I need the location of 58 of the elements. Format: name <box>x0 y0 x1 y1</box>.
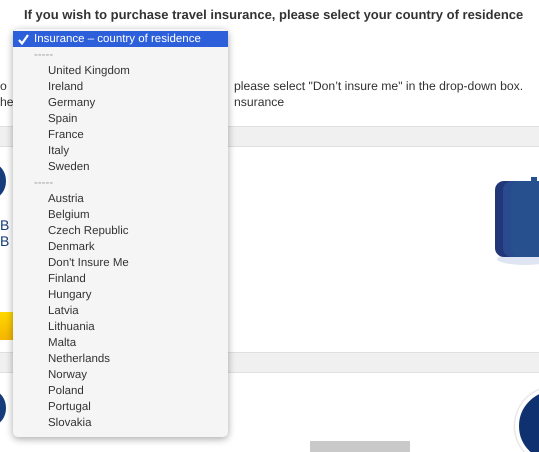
option-label: Poland <box>48 385 84 397</box>
dropdown-option[interactable]: Don't Insure Me <box>13 255 228 271</box>
dropdown-option[interactable]: Poland <box>13 383 228 399</box>
notice-text: please select "Don’t insure me" in the drop-down box. <box>234 78 524 94</box>
dropdown-option[interactable]: Latvia <box>13 303 228 319</box>
dropdown-option[interactable]: Slovakia <box>13 415 228 431</box>
option-label: Finland <box>48 273 86 285</box>
card-text: B <box>0 217 10 233</box>
option-label: Hungary <box>48 289 92 301</box>
option-label: Spain <box>48 113 78 125</box>
action-button[interactable] <box>0 312 14 340</box>
option-label: Ireland <box>48 81 84 93</box>
card-text: B <box>0 233 10 249</box>
option-label: Netherlands <box>48 353 110 365</box>
option-label: Malta <box>48 337 76 349</box>
option-label: Norway <box>48 369 87 381</box>
option-label: Insurance – country of residence <box>34 33 201 45</box>
dropdown-option[interactable]: France <box>13 127 228 143</box>
dropdown-option[interactable]: Malta <box>13 335 228 351</box>
dropdown-option[interactable]: United Kingdom <box>13 63 228 79</box>
dropdown-option[interactable]: Lithuania <box>13 319 228 335</box>
option-label: Lithuania <box>48 321 95 333</box>
notice-text: o <box>0 78 7 94</box>
option-label: Latvia <box>48 305 79 317</box>
notice-text: he <box>0 94 14 110</box>
option-label: Italy <box>48 145 70 157</box>
option-label: Slovakia <box>48 417 92 429</box>
option-label: United Kingdom <box>48 65 130 77</box>
option-label: Portugal <box>48 401 91 413</box>
option-label: France <box>48 129 84 141</box>
dropdown-option[interactable]: Netherlands <box>13 351 228 367</box>
dropdown-option[interactable]: Finland <box>13 271 228 287</box>
separator-text: ----- <box>33 48 54 63</box>
dropdown-option[interactable]: Norway <box>13 367 228 383</box>
dropdown-option[interactable]: Austria <box>13 191 228 207</box>
option-label: Austria <box>48 193 84 205</box>
dropdown-option[interactable]: Sweden <box>13 159 228 175</box>
dropdown-option[interactable]: Czech Republic <box>13 223 228 239</box>
option-label: Czech Republic <box>48 225 129 237</box>
dropdown-option[interactable]: Spain <box>13 111 228 127</box>
suitcase-icon <box>495 177 539 267</box>
option-label: Germany <box>48 97 96 109</box>
separator-text: ----- <box>33 176 54 191</box>
dropdown-option[interactable]: Denmark <box>13 239 228 255</box>
option-label: Don't Insure Me <box>48 257 129 269</box>
check-icon <box>18 34 29 45</box>
notice-text: nsurance <box>234 94 284 110</box>
dropdown-option[interactable]: Belgium <box>13 207 228 223</box>
dropdown-option[interactable]: Ireland <box>13 79 228 95</box>
dropdown-option[interactable]: Hungary <box>13 287 228 303</box>
dropdown-option[interactable]: Portugal <box>13 399 228 415</box>
option-label: Belgium <box>48 209 90 221</box>
option-label: Sweden <box>48 161 90 173</box>
option-label: Denmark <box>48 241 95 253</box>
dropdown-option[interactable]: Italy <box>13 143 228 159</box>
heading: If you wish to purchase travel insurance, please select your country of residence <box>23 6 524 24</box>
dropdown-option[interactable]: Germany <box>13 95 228 111</box>
dropdown-option[interactable]: Insurance – country of residence <box>13 31 228 47</box>
